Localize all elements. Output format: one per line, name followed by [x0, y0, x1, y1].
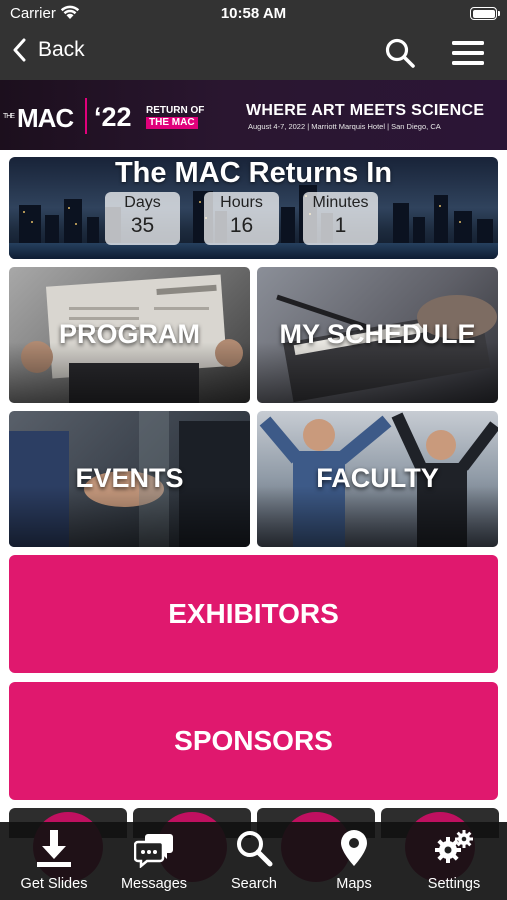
tab-messages[interactable]: Messages [104, 822, 204, 900]
tab-search[interactable]: Search [204, 822, 304, 900]
my-schedule-tile[interactable]: MY SCHEDULE [257, 267, 498, 403]
status-bar: Carrier 10:58 AM [0, 0, 507, 28]
banner-headline: WHERE ART MEETS SCIENCE [246, 102, 485, 119]
event-banner[interactable]: THE MAC ‘22 RETURN OF THE MAC WHERE ART M… [0, 80, 507, 150]
gears-icon [435, 830, 473, 863]
my-schedule-label: MY SCHEDULE [279, 319, 476, 349]
faculty-label: FACULTY [316, 463, 439, 493]
nav-bar: Back [0, 28, 507, 80]
tab-settings[interactable]: Settings [404, 822, 504, 900]
search-icon [237, 831, 273, 867]
battery-icon [470, 7, 500, 20]
chevron-left-icon [13, 38, 26, 62]
hamburger-menu-icon[interactable] [452, 40, 484, 66]
sponsors-button[interactable]: SPONSORS [9, 682, 498, 800]
banner-divider [85, 98, 87, 134]
events-tile[interactable]: EVENTS [9, 411, 250, 547]
clock: 10:58 AM [220, 5, 287, 22]
banner-details: August 4-7, 2022 | Marriott Marquis Hote… [248, 122, 441, 131]
search-icon[interactable] [384, 37, 416, 69]
download-icon [37, 830, 71, 867]
exhibitors-button[interactable]: EXHIBITORS [9, 555, 498, 673]
banner-tagline: RETURN OF THE MAC [146, 105, 205, 129]
countdown-title: The MAC Returns In [114, 157, 393, 189]
events-label: EVENTS [75, 463, 184, 493]
faculty-tile[interactable]: FACULTY [257, 411, 498, 547]
water-reflection [9, 243, 498, 259]
tab-maps[interactable]: Maps [304, 822, 404, 900]
program-tile[interactable]: PROGRAM [9, 267, 250, 403]
tab-bar: Get Slides Messages Search Maps Settings [0, 822, 507, 900]
banner-year: ‘22 [94, 102, 132, 132]
program-label: PROGRAM [59, 319, 200, 349]
map-pin-icon [341, 830, 367, 866]
countdown-hours: Hours 16 [204, 192, 279, 245]
chat-bubbles-icon [134, 834, 173, 868]
countdown-days: Days 35 [105, 192, 180, 245]
tab-get-slides[interactable]: Get Slides [4, 822, 104, 900]
countdown-minutes: Minutes 1 [303, 192, 378, 245]
countdown-card: The MAC Returns In Days 35 Hours 16 Minu… [9, 157, 498, 259]
back-label: Back [38, 38, 85, 61]
mac-logo: THE MAC [3, 103, 74, 133]
back-button[interactable]: Back [12, 38, 85, 62]
